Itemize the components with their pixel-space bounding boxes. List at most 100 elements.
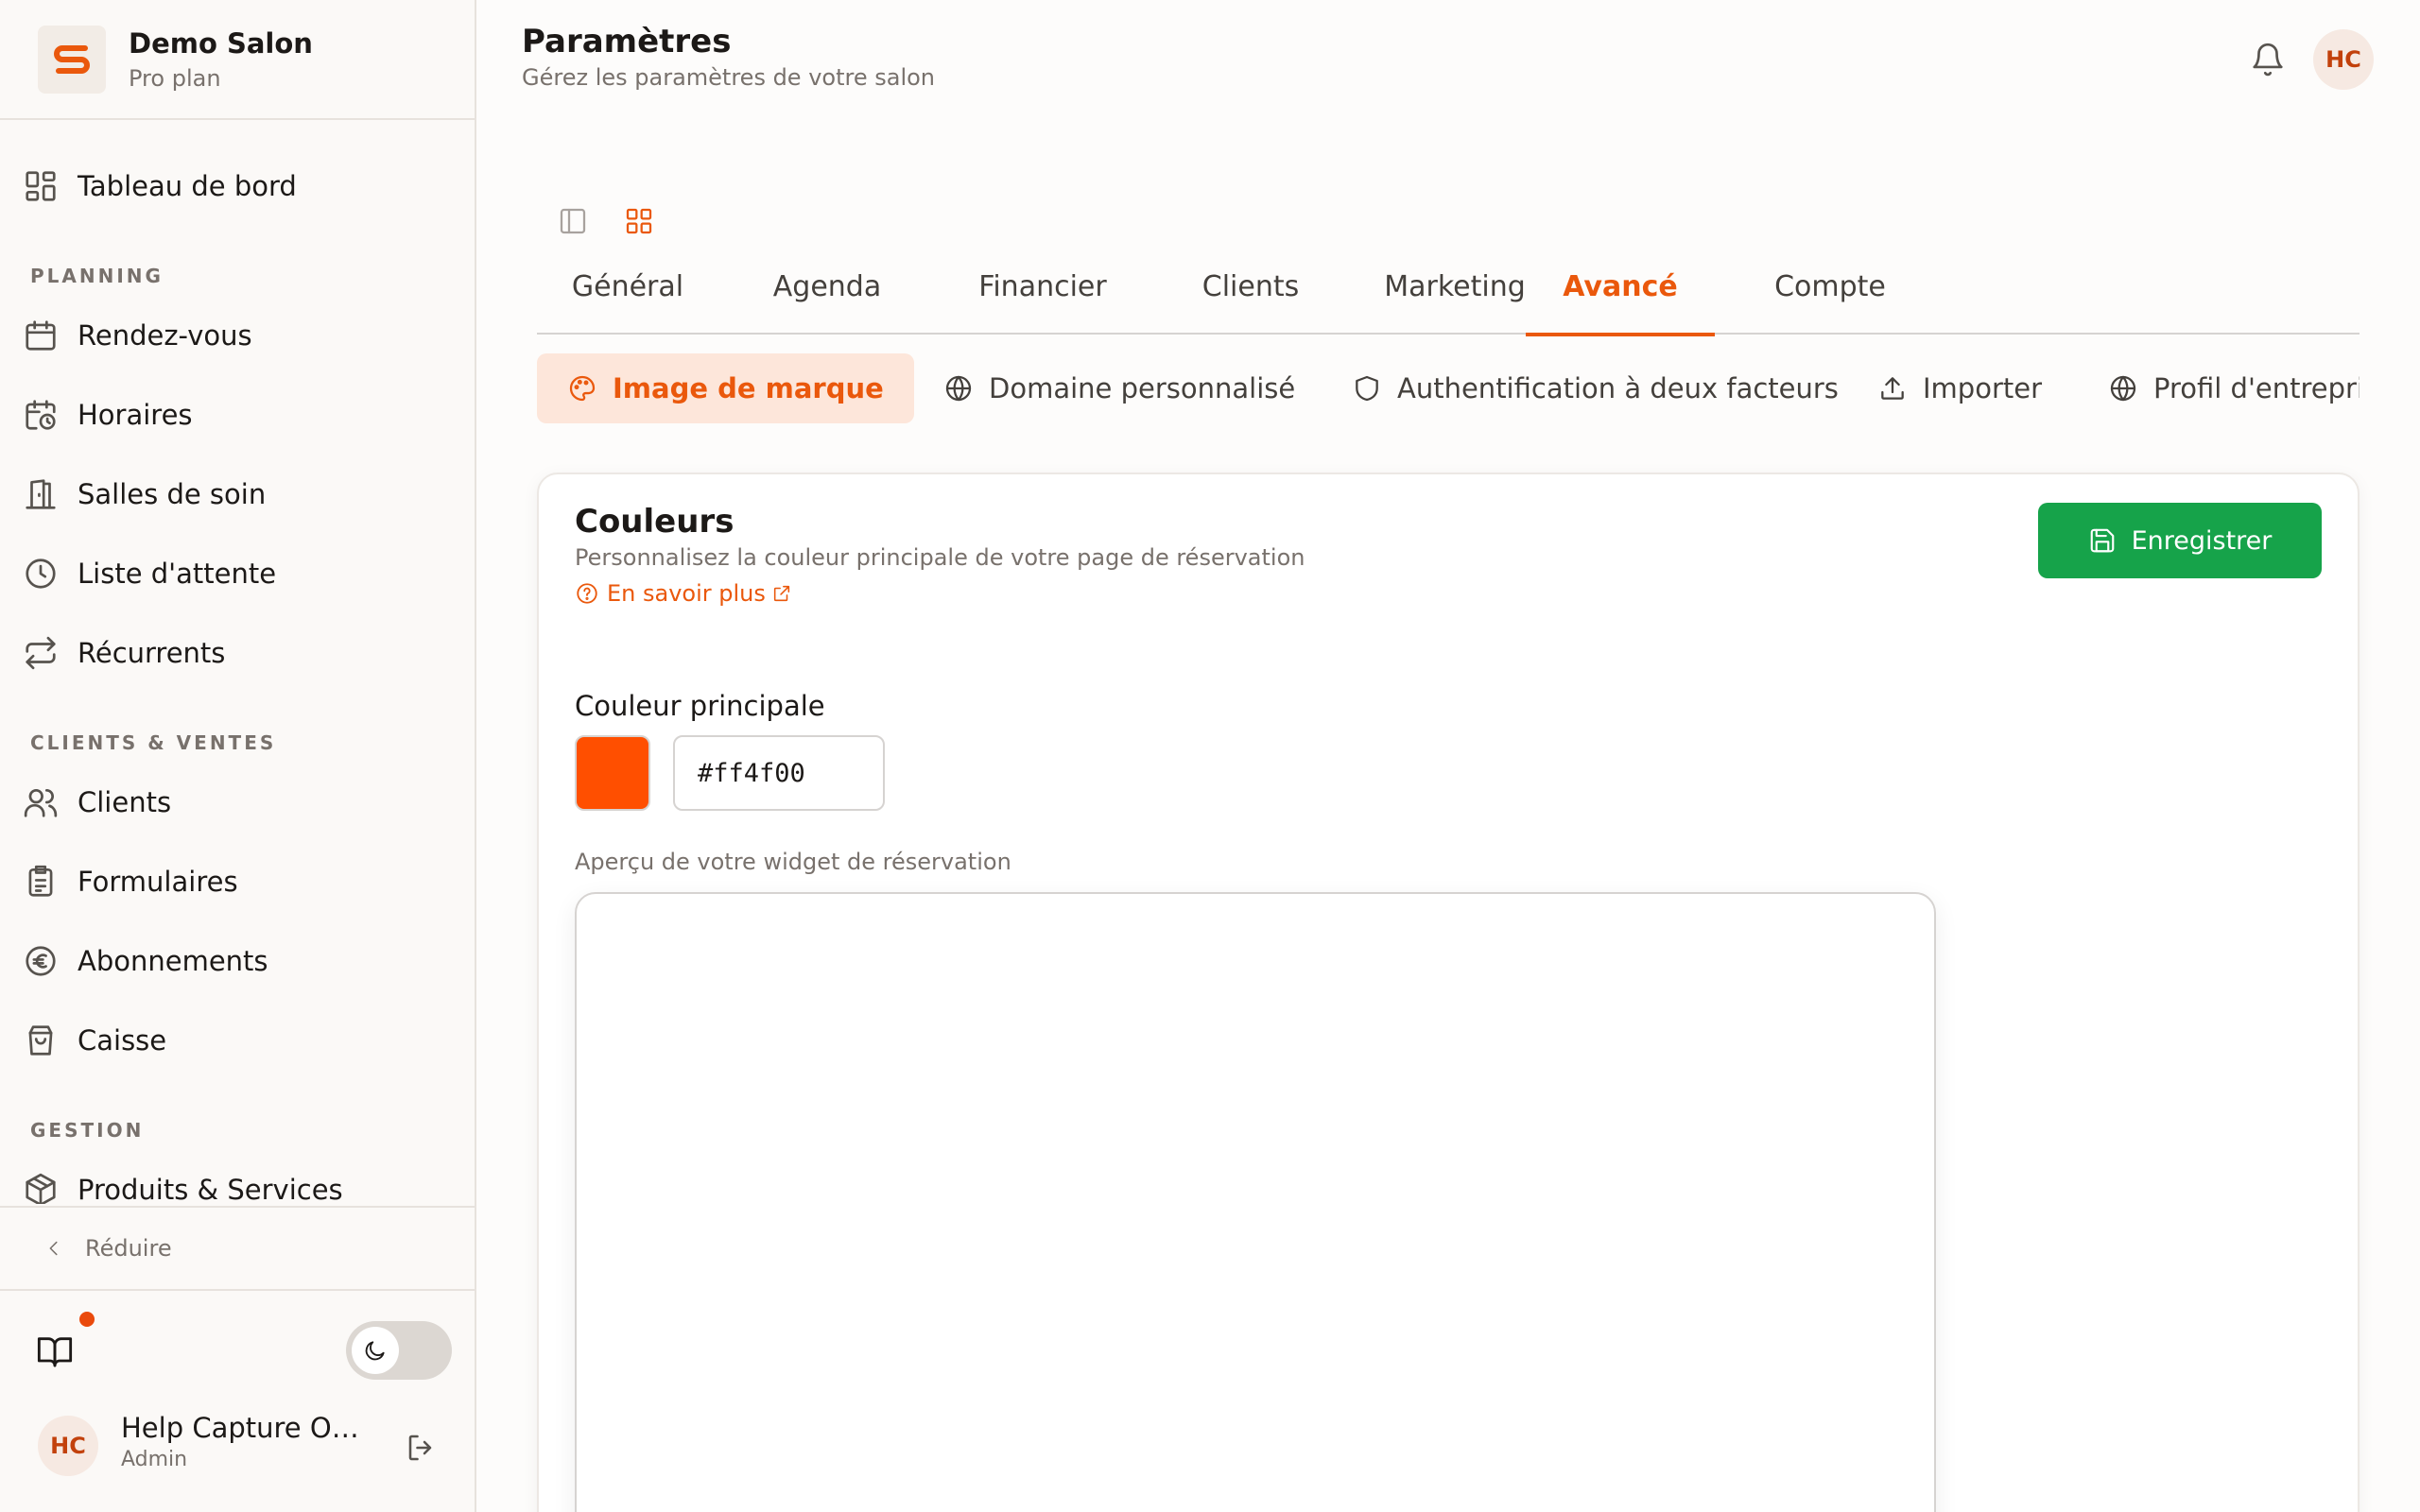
package-icon [26, 1173, 56, 1204]
settings-tabs: Général Agenda Financier Clients Marketi… [537, 257, 2360, 336]
user-name: Help Capture Owner [121, 1412, 376, 1444]
view-mode-toggle [554, 202, 658, 240]
subtab-label: Image de marque [613, 372, 884, 404]
toggle-knob [352, 1327, 399, 1374]
color-swatch-picker[interactable] [575, 735, 650, 811]
sidebar-item-abonnements[interactable]: Abonnements [23, 937, 268, 985]
sidebar-item-label: Abonnements [78, 945, 268, 977]
brand-name: Demo Salon [129, 26, 313, 60]
sidebar-item-rendez-vous[interactable]: Rendez-vous [23, 312, 252, 359]
section-title-gestion: GESTION [30, 1119, 145, 1142]
tab-clients[interactable]: Clients [1180, 257, 1322, 335]
external-link-icon [773, 585, 790, 602]
euro-icon [26, 946, 56, 976]
branding-card: Couleurs Personnalisez la couleur princi… [537, 472, 2360, 1512]
tab-avance[interactable]: Avancé [1526, 257, 1715, 336]
advanced-subtabs: Image de marque Domaine personnalisé Aut… [537, 353, 2360, 423]
bell-icon [2253, 43, 2283, 77]
sidebar-item-recurrents[interactable]: Récurrents [23, 629, 225, 677]
users-icon [24, 788, 58, 817]
door-icon [26, 479, 56, 509]
notifications-button[interactable] [2250, 42, 2286, 77]
tab-agenda[interactable]: Agenda [762, 257, 892, 335]
tab-compte[interactable]: Compte [1754, 257, 1906, 335]
sidebar-item-label: Produits & Services [78, 1174, 343, 1204]
moon-icon [365, 1341, 385, 1361]
brand-header[interactable]: Demo Salon Pro plan [0, 0, 475, 120]
collapse-sidebar-button[interactable]: Réduire [0, 1206, 475, 1291]
notification-dot [79, 1312, 95, 1327]
grid-icon [626, 208, 652, 234]
sidebar-item-label: Rendez-vous [78, 319, 252, 352]
avatar[interactable]: HC [2313, 29, 2374, 90]
preview-label: Aperçu de votre widget de réservation [575, 849, 1011, 875]
sidebar-item-formulaires[interactable]: Formulaires [23, 858, 238, 905]
save-icon [2090, 528, 2114, 553]
palette-icon [569, 375, 596, 402]
save-button[interactable]: Enregistrer [2038, 503, 2322, 578]
brand-plan: Pro plan [129, 64, 221, 92]
learn-more-link[interactable]: En savoir plus [575, 580, 792, 607]
sidebar-item-label: Salles de soin [78, 478, 267, 510]
subtab-importer[interactable]: Importer [1877, 353, 2042, 423]
page-header: Paramètres Gérez les paramètres de votre… [477, 0, 2420, 123]
globe-icon [2110, 375, 2136, 402]
avatar: HC [38, 1416, 98, 1476]
page-title: Paramètres [522, 23, 732, 60]
sidebar-item-label: Liste d'attente [78, 558, 277, 590]
sidebar-nav: Tableau de bord PLANNING Rendez-vous Hor… [0, 121, 475, 1204]
logout-button[interactable] [405, 1431, 439, 1465]
clock-icon [26, 558, 56, 589]
subtab-profil[interactable]: Profil d'entreprise [2108, 353, 2360, 423]
sidebar-item-label: Récurrents [78, 637, 226, 669]
booking-widget-preview [575, 892, 1936, 1512]
calendar-clock-icon [26, 400, 56, 430]
sidebar-item-horaires[interactable]: Horaires [23, 391, 193, 438]
upload-icon [1881, 377, 1904, 400]
sidebar-item-clients[interactable]: Clients [23, 779, 171, 826]
dashboard-icon [26, 171, 56, 201]
tab-financier[interactable]: Financier [953, 257, 1132, 335]
section-title-planning: PLANNING [30, 265, 164, 287]
card-description: Personnalisez la couleur principale de v… [575, 544, 1305, 571]
collapse-label: Réduire [85, 1235, 172, 1262]
book-open-icon [37, 1337, 73, 1367]
subtab-domaine[interactable]: Domaine personnalisé [943, 353, 1295, 423]
globe-icon [945, 375, 972, 402]
panel-left-icon [560, 208, 586, 234]
user-role: Admin [121, 1448, 188, 1471]
sidebar-item-caisse[interactable]: Caisse [23, 1017, 166, 1064]
primary-color-label: Couleur principale [575, 690, 825, 722]
grid-view-button[interactable] [620, 202, 658, 240]
save-label: Enregistrer [2131, 525, 2273, 556]
sidebar: Demo Salon Pro plan Tableau de bord PLAN… [0, 0, 476, 1512]
learn-more-label: En savoir plus [607, 580, 766, 607]
brand-logo [38, 25, 106, 94]
color-hex-input[interactable] [673, 735, 885, 811]
tab-general[interactable]: Général [558, 257, 698, 335]
sidebar-tools [0, 1293, 475, 1406]
sidebar-item-dashboard[interactable]: Tableau de bord [23, 163, 297, 210]
repeat-icon [26, 636, 56, 670]
subtab-2fa[interactable]: Authentification à deux facteurs [1352, 353, 1839, 423]
salon-logo-icon [54, 44, 90, 74]
docs-button[interactable] [36, 1332, 74, 1370]
sidebar-item-salles[interactable]: Salles de soin [23, 471, 266, 518]
subtab-image-de-marque[interactable]: Image de marque [537, 353, 914, 423]
sidebar-item-produits-services[interactable]: Produits & Services [23, 1166, 343, 1204]
logout-icon [408, 1435, 432, 1461]
chevron-left-icon [49, 1241, 58, 1256]
sidebar-item-label: Horaires [78, 399, 193, 431]
page-subtitle: Gérez les paramètres de votre salon [522, 64, 936, 91]
sidebar-item-label: Formulaires [78, 866, 238, 898]
dark-mode-toggle[interactable] [346, 1321, 452, 1380]
user-profile[interactable]: HC Help Capture Owner Admin [0, 1406, 475, 1512]
section-title-clients-ventes: CLIENTS & VENTES [30, 731, 277, 754]
shopping-bag-icon [28, 1025, 53, 1056]
tab-marketing[interactable]: Marketing [1361, 257, 1548, 335]
subtab-label: Importer [1923, 372, 2043, 404]
sidebar-view-button[interactable] [554, 202, 592, 240]
sidebar-item-liste-attente[interactable]: Liste d'attente [23, 550, 276, 597]
card-title: Couleurs [575, 503, 735, 541]
sidebar-item-label: Caisse [78, 1024, 167, 1057]
